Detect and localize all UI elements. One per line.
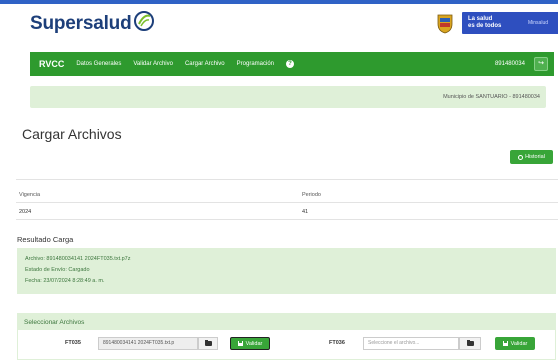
validate-label: Validar — [510, 340, 528, 347]
main-navbar: RVCC Datos Generales Validar Archivo Car… — [30, 52, 554, 76]
validate-button-ft036[interactable]: Validar — [495, 337, 535, 350]
validate-button-ft035[interactable]: Validar — [230, 337, 270, 350]
file-input-ft035[interactable]: 891480034141 2024FT035.txt.p — [98, 337, 198, 350]
history-button[interactable]: Historial — [510, 150, 553, 164]
folder-open-icon — [204, 340, 212, 346]
file-code-ft036: FT036 — [329, 340, 345, 346]
folder-open-icon — [466, 340, 474, 346]
municipality-banner: Municipio de SANTUARIO - 891480034 — [30, 86, 546, 108]
logo-swirl-icon — [134, 11, 155, 31]
gov-slogan-line1: La salud — [468, 16, 493, 22]
nav-datos-generales[interactable]: Datos Generales — [76, 61, 121, 67]
file-input-ft036[interactable]: Seleccione el archivo... — [363, 337, 459, 350]
periodo-header: Periodo — [302, 192, 321, 198]
colombia-shield-icon — [437, 14, 453, 34]
browse-button-ft035[interactable] — [198, 337, 218, 350]
save-icon — [502, 341, 508, 346]
sign-out-icon[interactable]: ↪ — [534, 57, 548, 71]
user-code: 891480034 — [494, 61, 525, 67]
result-estado: Estado de Envío: Cargado — [25, 267, 90, 273]
result-archivo: Archivo: 891480034141 2024FT035.txt.p7z — [25, 256, 131, 262]
ministry-label: Minsalud — [528, 20, 549, 26]
supersalud-logo[interactable]: Supersalud — [30, 11, 155, 35]
result-panel: Archivo: 891480034141 2024FT035.txt.p7z … — [17, 248, 556, 294]
nav-programacion[interactable]: Programación — [237, 61, 274, 67]
navbar-brand[interactable]: RVCC — [39, 59, 64, 69]
government-branding: La salud es de todos Minsalud — [436, 12, 558, 34]
select-files-title: Seleccionar Archivos — [24, 319, 85, 326]
select-files-body: FT035 891480034141 2024FT035.txt.p Valid… — [17, 329, 556, 360]
table-header-divider — [16, 202, 558, 203]
divider — [16, 179, 558, 180]
browse-button-ft036[interactable] — [459, 337, 481, 350]
select-files-panel: Seleccionar Archivos FT035 891480034141 … — [17, 313, 556, 360]
table-row-divider — [16, 219, 558, 220]
municipality-text: Municipio de SANTUARIO - 891480034 — [443, 94, 540, 100]
periodo-value: 41 — [302, 209, 309, 215]
vigencia-header: Vigencia — [19, 192, 40, 198]
page-title: Cargar Archivos — [22, 126, 122, 142]
result-title: Resultado Carga — [17, 235, 74, 244]
gov-slogan-line2: es de todos — [468, 23, 502, 29]
vigencia-value: 2024 — [19, 209, 32, 215]
history-button-label: Historial — [525, 154, 545, 160]
nav-cargar-archivo[interactable]: Cargar Archivo — [185, 61, 225, 67]
result-fecha: Fecha: 23/07/2024 8:28:49 a. m. — [25, 278, 105, 284]
top-accent-bar — [0, 0, 558, 4]
help-icon[interactable]: ? — [286, 60, 294, 68]
nav-validar-archivo[interactable]: Validar Archivo — [133, 61, 173, 67]
gov-slogan: La salud es de todos — [462, 16, 518, 30]
logo-text: Supersalud — [30, 13, 132, 34]
file-code-ft035: FT035 — [65, 340, 81, 346]
validate-label: Validar — [245, 340, 263, 347]
save-icon — [237, 341, 243, 346]
minsalud-banner: La salud es de todos Minsalud — [462, 12, 558, 34]
clock-icon — [518, 154, 524, 160]
